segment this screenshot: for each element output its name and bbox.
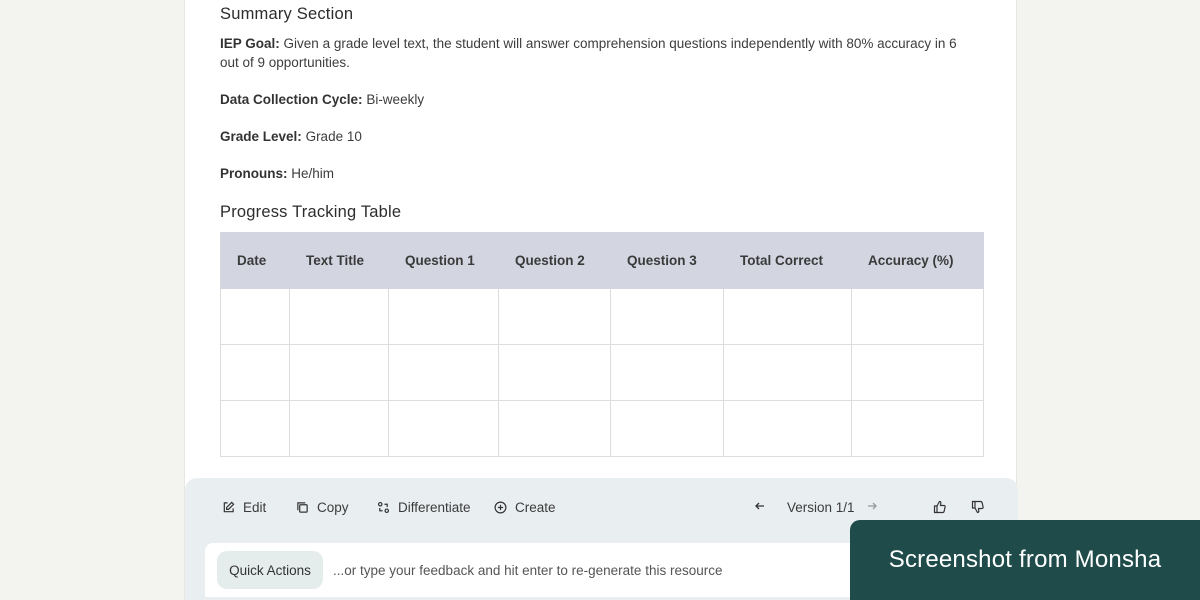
table-row xyxy=(220,400,984,457)
table-cell xyxy=(289,288,389,345)
table-cell xyxy=(220,344,290,401)
copy-button[interactable]: Copy xyxy=(296,500,349,515)
copy-icon xyxy=(297,502,308,513)
pronouns-label: Pronouns: xyxy=(220,166,288,181)
column-header-accuracy: Accuracy (%) xyxy=(851,232,984,289)
table-cell xyxy=(610,400,724,457)
version-indicator: Version 1/1 xyxy=(787,500,855,515)
table-cell xyxy=(851,400,984,457)
cycle-value: Bi-weekly xyxy=(366,92,425,107)
create-button[interactable]: Create xyxy=(494,500,556,515)
table-cell xyxy=(220,288,290,345)
data-collection-cycle: Data Collection Cycle: Bi-weekly xyxy=(220,90,975,109)
edit-label: Edit xyxy=(243,500,267,515)
table-cell xyxy=(289,344,389,401)
cycle-label: Data Collection Cycle: xyxy=(220,92,363,107)
quick-actions-button[interactable]: Quick Actions xyxy=(217,551,323,589)
column-header-text-title: Text Title xyxy=(289,232,389,289)
table-row xyxy=(220,288,984,345)
feedback-input[interactable] xyxy=(333,553,893,587)
next-version-button[interactable] xyxy=(866,500,878,512)
table-cell xyxy=(723,344,852,401)
thumbs-down-button[interactable] xyxy=(971,500,985,514)
create-label: Create xyxy=(515,500,556,515)
edit-icon xyxy=(223,501,235,513)
progress-table-title: Progress Tracking Table xyxy=(220,203,402,221)
plus-circle-icon xyxy=(494,501,507,514)
table-cell xyxy=(610,344,724,401)
copy-label: Copy xyxy=(317,500,349,515)
arrow-right-icon xyxy=(868,502,877,510)
arrow-left-icon xyxy=(755,502,764,510)
differentiate-button[interactable]: Differentiate xyxy=(377,500,471,515)
iep-goal-text: Given a grade level text, the student wi… xyxy=(220,36,957,70)
table-cell xyxy=(851,288,984,345)
table-cell xyxy=(498,344,611,401)
table-cell xyxy=(388,344,499,401)
grade-level: Grade Level: Grade 10 xyxy=(220,127,975,146)
table-cell xyxy=(388,400,499,457)
summary-section-title: Summary Section xyxy=(220,5,354,23)
thumbs-up-button[interactable] xyxy=(933,500,947,514)
column-header-question-3: Question 3 xyxy=(610,232,724,289)
differentiate-icon xyxy=(377,501,390,514)
table-cell xyxy=(220,400,290,457)
pronouns: Pronouns: He/him xyxy=(220,164,975,183)
table-cell xyxy=(498,400,611,457)
iep-goal-label: IEP Goal: xyxy=(220,36,280,51)
table-cell xyxy=(723,288,852,345)
document-page: Summary Section IEP Goal: Given a grade … xyxy=(184,0,1018,600)
table-row xyxy=(220,344,984,401)
pronouns-value: He/him xyxy=(291,166,335,181)
table-cell xyxy=(723,400,852,457)
grade-value: Grade 10 xyxy=(305,129,362,144)
column-header-total-correct: Total Correct xyxy=(723,232,852,289)
monsha-watermark-badge: Screenshot from Monsha xyxy=(850,520,1200,600)
table-cell xyxy=(498,288,611,345)
table-cell xyxy=(610,288,724,345)
column-header-question-2: Question 2 xyxy=(498,232,611,289)
thumbs-up-icon xyxy=(933,500,946,514)
progress-tracking-table: Date Text Title Question 1 Question 2 Qu… xyxy=(220,232,984,457)
table-cell xyxy=(388,288,499,345)
edit-button[interactable]: Edit xyxy=(222,500,266,515)
thumbs-down-icon xyxy=(971,500,984,514)
grade-label: Grade Level: xyxy=(220,129,302,144)
iep-goal: IEP Goal: Given a grade level text, the … xyxy=(220,34,975,72)
table-header-row: Date Text Title Question 1 Question 2 Qu… xyxy=(220,232,984,289)
column-header-date: Date xyxy=(220,232,290,289)
table-cell xyxy=(289,400,389,457)
differentiate-label: Differentiate xyxy=(398,500,471,515)
previous-version-button[interactable] xyxy=(754,500,766,512)
table-cell xyxy=(851,344,984,401)
column-header-question-1: Question 1 xyxy=(388,232,499,289)
